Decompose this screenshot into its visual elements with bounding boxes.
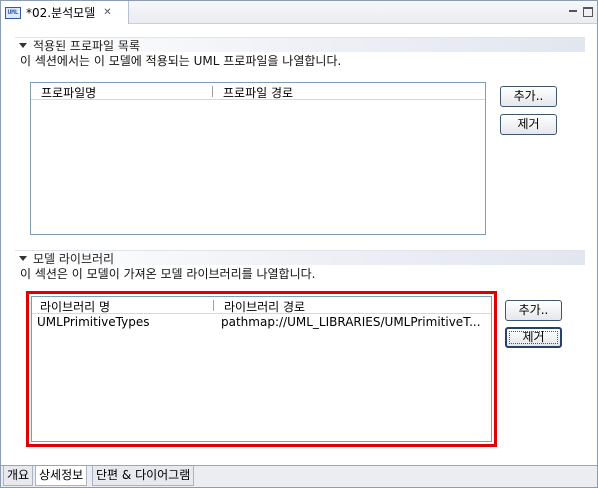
editor-tab[interactable]: UML *02.분석모델 ✕ (1, 1, 129, 24)
profiles-section-description: 이 섹션에서는 이 모델에 적용되는 UML 프로파일을 나열합니다. (20, 54, 342, 68)
highlight-box (26, 291, 497, 447)
tab-details[interactable]: 상세정보 (35, 466, 88, 486)
editor-tab-bar: UML *02.분석모델 ✕ (1, 1, 597, 24)
profiles-section-header[interactable]: 적용된 프로파일 목록 (15, 37, 585, 53)
minimize-icon[interactable] (567, 5, 580, 18)
tab-fragments-diagrams[interactable]: 단편 & 다이어그램 (92, 466, 195, 486)
profiles-section-title: 적용된 프로파일 목록 (33, 38, 140, 53)
profiles-table[interactable]: 프로파일명 프로파일 경로 (30, 82, 486, 235)
page-tab-bar: 개요 상세정보 단편 & 다이어그램 (1, 465, 597, 487)
add-library-button[interactable]: 추가.. (505, 300, 562, 321)
collapse-arrow-icon[interactable] (19, 255, 27, 261)
maximize-icon[interactable] (581, 5, 594, 18)
add-profile-button[interactable]: 추가.. (500, 86, 557, 107)
column-divider[interactable] (212, 86, 213, 97)
remove-profile-button[interactable]: 제거 (500, 114, 557, 135)
column-header-profile-path[interactable]: 프로파일 경로 (223, 84, 293, 101)
libraries-section-description: 이 섹션은 이 모델이 가져온 모델 라이브러리를 나열합니다. (20, 267, 316, 281)
column-header-profile-name[interactable]: 프로파일명 (41, 84, 96, 101)
focus-ring (509, 331, 558, 344)
remove-library-button[interactable]: 제거 (505, 327, 562, 348)
tab-overview[interactable]: 개요 (3, 466, 34, 486)
profiles-table-header: 프로파일명 프로파일 경로 (31, 83, 485, 100)
uml-model-icon: UML (5, 6, 21, 19)
libraries-section-header[interactable]: 모델 라이브러리 (15, 250, 585, 266)
editor-tab-title: *02.분석모델 (26, 6, 96, 20)
close-icon[interactable]: ✕ (103, 7, 111, 18)
libraries-section-title: 모델 라이브러리 (33, 251, 115, 266)
collapse-arrow-icon[interactable] (19, 42, 27, 48)
